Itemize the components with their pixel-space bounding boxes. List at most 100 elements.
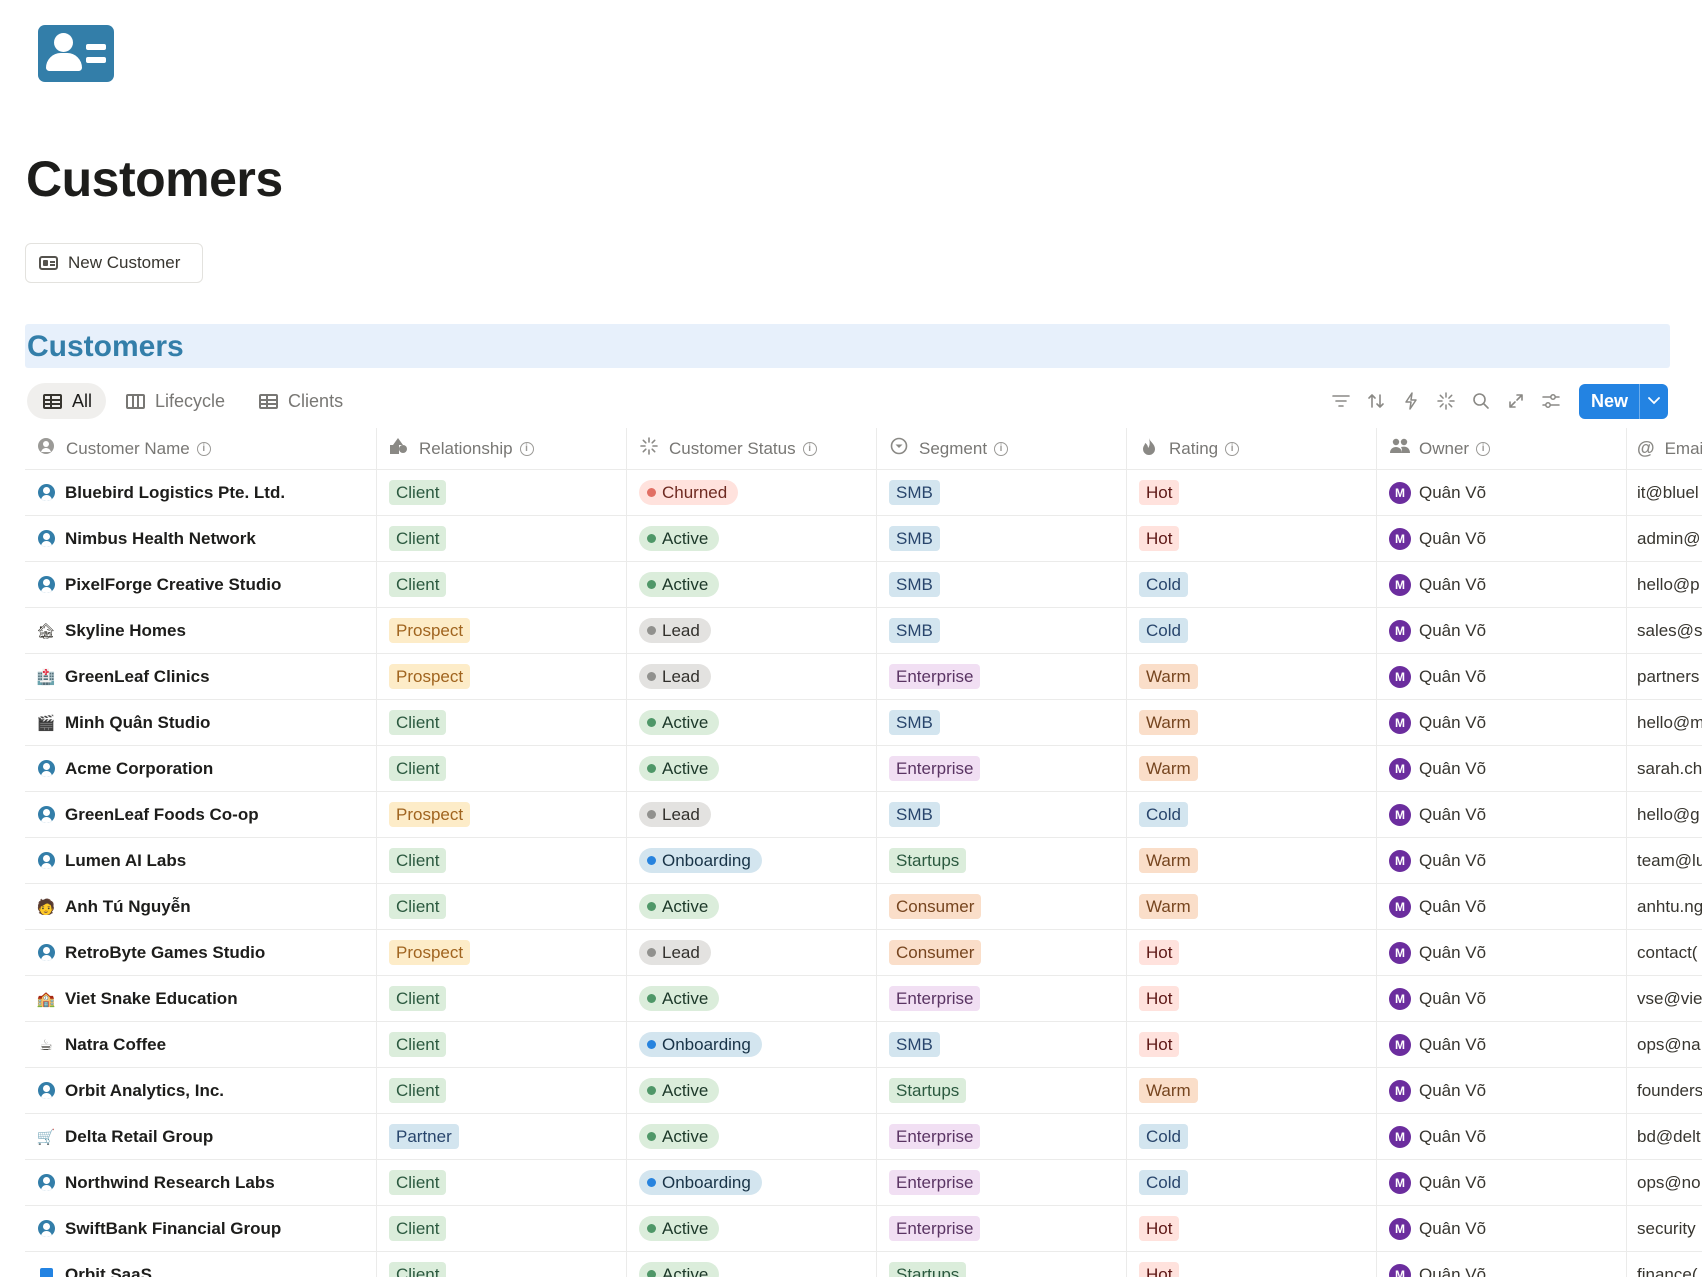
email-cell[interactable]: admin@ (1627, 516, 1702, 561)
owner-cell[interactable]: M Quân Võ (1377, 562, 1627, 607)
relationship-cell[interactable]: Client (377, 1022, 627, 1067)
email-cell[interactable]: sarah.ch (1627, 746, 1702, 791)
table-row[interactable]: 🧑 Anh Tú Nguyễn Client Active Consumer W… (25, 884, 1702, 930)
status-cell[interactable]: Active (627, 746, 877, 791)
status-cell[interactable]: Lead (627, 654, 877, 699)
expand-icon[interactable] (1499, 386, 1534, 416)
customer-name-cell[interactable]: 🎬 Minh Quân Studio (25, 700, 377, 745)
segment-cell[interactable]: SMB (877, 470, 1127, 515)
relationship-cell[interactable]: Prospect (377, 792, 627, 837)
relationship-cell[interactable]: Client (377, 1160, 627, 1205)
owner-cell[interactable]: M Quân Võ (1377, 516, 1627, 561)
status-cell[interactable]: Lead (627, 930, 877, 975)
segment-cell[interactable]: SMB (877, 562, 1127, 607)
table-row[interactable]: Orbit SaaS Client Active Startups Hot M … (25, 1252, 1702, 1277)
customer-name[interactable]: Bluebird Logistics Pte. Ltd. (65, 483, 285, 503)
email-cell[interactable]: sales@sl (1627, 608, 1702, 653)
customer-name-cell[interactable]: 🏚 Skyline Homes (25, 608, 377, 653)
column-header-customer-status[interactable]: Customer Status i (627, 428, 877, 469)
customer-name-cell[interactable]: 🏫 Viet Snake Education (25, 976, 377, 1021)
ai-icon[interactable] (1429, 386, 1464, 416)
table-row[interactable]: PixelForge Creative Studio Client Active… (25, 562, 1702, 608)
relationship-cell[interactable]: Client (377, 746, 627, 791)
segment-cell[interactable]: SMB (877, 700, 1127, 745)
status-cell[interactable]: Active (627, 1114, 877, 1159)
customer-name[interactable]: Minh Quân Studio (65, 713, 210, 733)
customer-name[interactable]: Viet Snake Education (65, 989, 238, 1009)
table-row[interactable]: 🏥 GreenLeaf Clinics Prospect Lead Enterp… (25, 654, 1702, 700)
segment-cell[interactable]: Enterprise (877, 976, 1127, 1021)
email-cell[interactable]: ops@no (1627, 1160, 1702, 1205)
status-cell[interactable]: Churned (627, 470, 877, 515)
rating-cell[interactable]: Cold (1127, 608, 1377, 653)
new-customer-button[interactable]: New Customer (25, 243, 203, 283)
customer-name-cell[interactable]: Acme Corporation (25, 746, 377, 791)
owner-cell[interactable]: M Quân Võ (1377, 838, 1627, 883)
customer-name[interactable]: GreenLeaf Foods Co-op (65, 805, 259, 825)
email-cell[interactable]: it@bluel (1627, 470, 1702, 515)
email-cell[interactable]: contact( (1627, 930, 1702, 975)
automation-icon[interactable] (1394, 386, 1429, 416)
table-row[interactable]: RetroByte Games Studio Prospect Lead Con… (25, 930, 1702, 976)
segment-cell[interactable]: SMB (877, 1022, 1127, 1067)
customer-name[interactable]: Northwind Research Labs (65, 1173, 275, 1193)
customer-name-cell[interactable]: RetroByte Games Studio (25, 930, 377, 975)
relationship-cell[interactable]: Prospect (377, 608, 627, 653)
table-row[interactable]: Nimbus Health Network Client Active SMB … (25, 516, 1702, 562)
segment-cell[interactable]: Startups (877, 1252, 1127, 1277)
customer-name[interactable]: Lumen AI Labs (65, 851, 186, 871)
rating-cell[interactable]: Hot (1127, 516, 1377, 561)
rating-cell[interactable]: Hot (1127, 930, 1377, 975)
rating-cell[interactable]: Warm (1127, 838, 1377, 883)
table-row[interactable]: 🛒 Delta Retail Group Partner Active Ente… (25, 1114, 1702, 1160)
table-row[interactable]: Bluebird Logistics Pte. Ltd. Client Chur… (25, 470, 1702, 516)
filter-icon[interactable] (1324, 386, 1359, 416)
column-header-owner[interactable]: Owner i (1377, 428, 1627, 469)
relationship-cell[interactable]: Client (377, 470, 627, 515)
owner-cell[interactable]: M Quân Võ (1377, 930, 1627, 975)
email-cell[interactable]: anhtu.ng (1627, 884, 1702, 929)
search-icon[interactable] (1464, 386, 1499, 416)
customer-name[interactable]: Orbit Analytics, Inc. (65, 1081, 224, 1101)
email-cell[interactable]: hello@m (1627, 700, 1702, 745)
email-cell[interactable]: vse@vie (1627, 976, 1702, 1021)
rating-cell[interactable]: Hot (1127, 1252, 1377, 1277)
status-cell[interactable]: Lead (627, 792, 877, 837)
info-icon[interactable]: i (802, 441, 817, 456)
rating-cell[interactable]: Hot (1127, 1206, 1377, 1251)
email-cell[interactable]: ops@na (1627, 1022, 1702, 1067)
info-icon[interactable]: i (1476, 441, 1491, 456)
rating-cell[interactable]: Hot (1127, 976, 1377, 1021)
status-cell[interactable]: Active (627, 562, 877, 607)
tab-clients[interactable]: Clients (243, 383, 357, 419)
owner-cell[interactable]: M Quân Võ (1377, 976, 1627, 1021)
customer-name[interactable]: Orbit SaaS (65, 1265, 152, 1277)
status-cell[interactable]: Onboarding (627, 838, 877, 883)
relationship-cell[interactable]: Client (377, 1252, 627, 1277)
owner-cell[interactable]: M Quân Võ (1377, 654, 1627, 699)
info-icon[interactable]: i (519, 441, 534, 456)
relationship-cell[interactable]: Client (377, 838, 627, 883)
status-cell[interactable]: Active (627, 1068, 877, 1113)
table-row[interactable]: SwiftBank Financial Group Client Active … (25, 1206, 1702, 1252)
rating-cell[interactable]: Hot (1127, 1022, 1377, 1067)
owner-cell[interactable]: M Quân Võ (1377, 1160, 1627, 1205)
database-title[interactable]: Customers (27, 330, 184, 364)
customer-name-cell[interactable]: 🛒 Delta Retail Group (25, 1114, 377, 1159)
status-cell[interactable]: Lead (627, 608, 877, 653)
customer-name[interactable]: SwiftBank Financial Group (65, 1219, 281, 1239)
column-header-rating[interactable]: Rating i (1127, 428, 1377, 469)
rating-cell[interactable]: Hot (1127, 470, 1377, 515)
customer-name-cell[interactable]: Bluebird Logistics Pte. Ltd. (25, 470, 377, 515)
customer-name-cell[interactable]: Lumen AI Labs (25, 838, 377, 883)
column-header-customer-name[interactable]: Customer Name i (25, 428, 377, 469)
owner-cell[interactable]: M Quân Võ (1377, 608, 1627, 653)
table-row[interactable]: Orbit Analytics, Inc. Client Active Star… (25, 1068, 1702, 1114)
customer-name[interactable]: Skyline Homes (65, 621, 186, 641)
email-cell[interactable]: hello@g (1627, 792, 1702, 837)
rating-cell[interactable]: Warm (1127, 884, 1377, 929)
segment-cell[interactable]: SMB (877, 608, 1127, 653)
chevron-down-icon[interactable] (1639, 383, 1668, 419)
status-cell[interactable]: Active (627, 516, 877, 561)
relationship-cell[interactable]: Client (377, 516, 627, 561)
